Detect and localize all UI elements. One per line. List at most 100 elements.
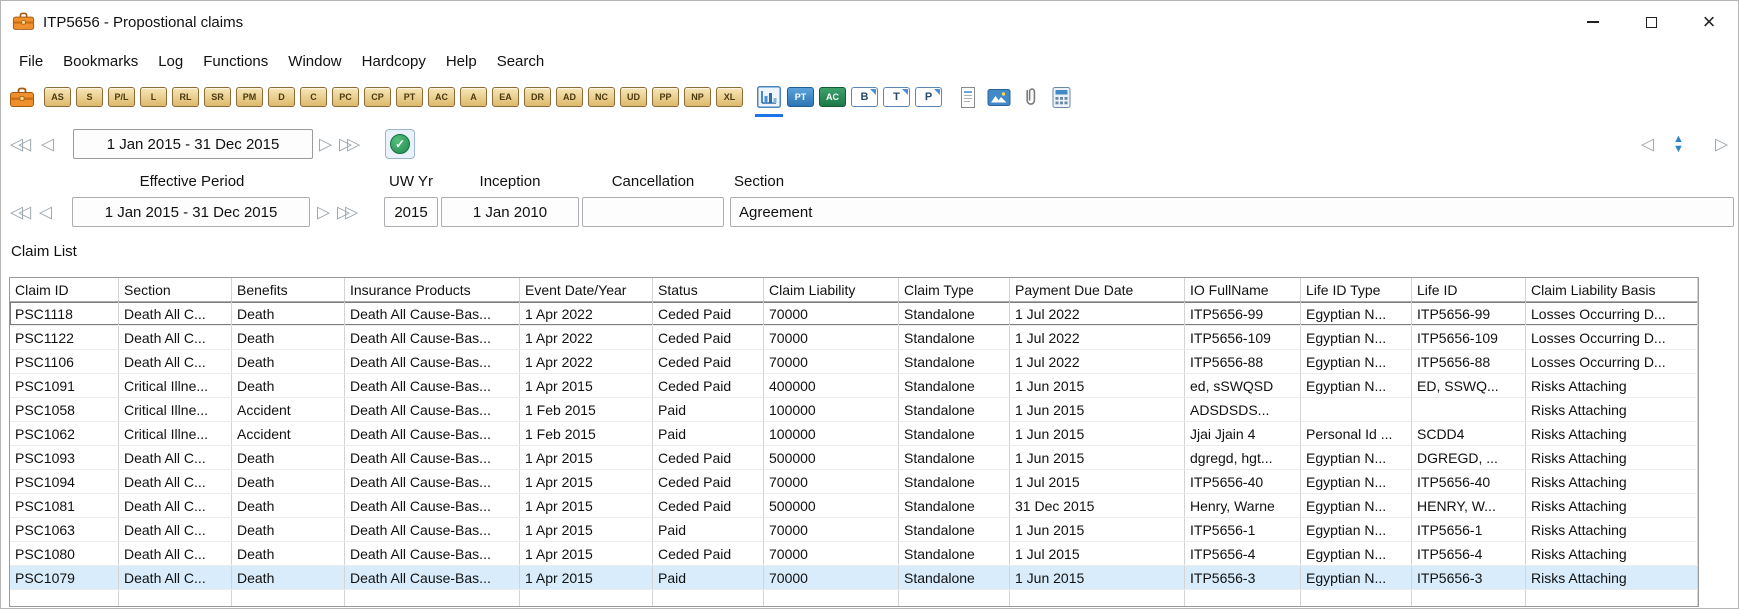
- cell: PSC1122: [10, 326, 119, 349]
- image-export-icon[interactable]: [986, 84, 1012, 110]
- table-row[interactable]: PSC1081Death All C...DeathDeath All Caus…: [10, 494, 1698, 518]
- app-briefcase-icon[interactable]: [9, 84, 35, 110]
- toolbar-ib-icon[interactable]: B: [851, 87, 878, 107]
- claims-chart-icon[interactable]: [756, 84, 782, 110]
- cell: ITP5656-1: [1185, 518, 1301, 541]
- cell: SCDD4: [1412, 422, 1526, 445]
- effective-forward-button[interactable]: [317, 204, 330, 221]
- toolbar-c-icon[interactable]: C: [300, 87, 327, 107]
- table-row[interactable]: PSC1091Critical Illne...DeathDeath All C…: [10, 374, 1698, 398]
- cell: 1 Jul 2022: [1010, 302, 1185, 325]
- column-header-claim-liability-basis[interactable]: Claim Liability Basis: [1526, 278, 1698, 301]
- toolbar-xl-icon[interactable]: XL: [716, 87, 743, 107]
- column-header-claim-type[interactable]: Claim Type: [899, 278, 1010, 301]
- toolbar-ea-icon[interactable]: EA: [492, 87, 519, 107]
- toolbar-it-icon[interactable]: T: [883, 87, 910, 107]
- maximize-button[interactable]: [1622, 1, 1680, 43]
- toolbar-pt-blue-icon[interactable]: PT: [787, 87, 814, 107]
- window-title: ITP5656 - Propostional claims: [43, 1, 243, 43]
- toolbar-s-icon[interactable]: S: [76, 87, 103, 107]
- attachment-icon[interactable]: [1017, 84, 1043, 110]
- effective-skip-forward-button[interactable]: [337, 204, 358, 221]
- menu-item-search[interactable]: Search: [487, 48, 555, 75]
- menu-item-bookmarks[interactable]: Bookmarks: [53, 48, 148, 75]
- report-doc-icon[interactable]: [955, 84, 981, 110]
- minimize-button[interactable]: [1564, 1, 1622, 43]
- period-skip-forward-button[interactable]: [339, 136, 360, 153]
- period-forward-button[interactable]: [319, 136, 332, 153]
- effective-period-field[interactable]: 1 Jan 2015 - 31 Dec 2015: [72, 197, 310, 227]
- toolbar-ud-icon[interactable]: UD: [620, 87, 647, 107]
- toolbar-nc-icon[interactable]: NC: [588, 87, 615, 107]
- table-row[interactable]: PSC1062Critical Illne...AccidentDeath Al…: [10, 422, 1698, 446]
- table-row[interactable]: PSC1080Death All C...DeathDeath All Caus…: [10, 542, 1698, 566]
- period-range-field[interactable]: 1 Jan 2015 - 31 Dec 2015: [73, 129, 313, 159]
- apply-filter-button[interactable]: [385, 129, 415, 159]
- toolbar-pt-icon[interactable]: PT: [396, 87, 423, 107]
- effective-back-button[interactable]: [39, 204, 52, 221]
- cell: Death All Cause-Bas...: [345, 470, 520, 493]
- toolbar-ac-green-icon[interactable]: AC: [819, 87, 846, 107]
- menu-item-hardcopy[interactable]: Hardcopy: [352, 48, 436, 75]
- column-header-claim-liability[interactable]: Claim Liability: [764, 278, 899, 301]
- column-header-benefits[interactable]: Benefits: [232, 278, 345, 301]
- table-row[interactable]: PSC1094Death All C...DeathDeath All Caus…: [10, 470, 1698, 494]
- table-row[interactable]: PSC1079Death All C...DeathDeath All Caus…: [10, 566, 1698, 590]
- claim-table: Claim IDSectionBenefitsInsurance Product…: [9, 277, 1699, 607]
- calculator-icon[interactable]: [1048, 84, 1074, 110]
- column-header-section[interactable]: Section: [119, 278, 232, 301]
- menu-item-help[interactable]: Help: [436, 48, 487, 75]
- column-header-life-id[interactable]: Life ID: [1412, 278, 1526, 301]
- toolbar-ad-icon[interactable]: AD: [556, 87, 583, 107]
- toolbar-pl-icon[interactable]: P/L: [108, 87, 135, 107]
- uw-yr-label: UW Yr: [384, 173, 438, 190]
- column-header-status[interactable]: Status: [653, 278, 764, 301]
- menu-item-window[interactable]: Window: [278, 48, 351, 75]
- toolbar-cp-icon[interactable]: CP: [364, 87, 391, 107]
- toolbar-l-icon[interactable]: L: [140, 87, 167, 107]
- column-header-event-date-year[interactable]: Event Date/Year: [520, 278, 653, 301]
- table-row[interactable]: PSC1093Death All C...DeathDeath All Caus…: [10, 446, 1698, 470]
- table-row[interactable]: PSC1122Death All C...DeathDeath All Caus…: [10, 326, 1698, 350]
- menu-item-log[interactable]: Log: [148, 48, 193, 75]
- record-forward-button[interactable]: [1715, 136, 1728, 153]
- effective-skip-back-button[interactable]: [10, 204, 31, 221]
- toolbar-d-icon[interactable]: D: [268, 87, 295, 107]
- toolbar-pm-icon[interactable]: PM: [236, 87, 263, 107]
- table-row[interactable]: PSC1106Death All C...DeathDeath All Caus…: [10, 350, 1698, 374]
- toolbar-as-icon[interactable]: AS: [44, 87, 71, 107]
- table-row[interactable]: PSC1063Death All C...DeathDeath All Caus…: [10, 518, 1698, 542]
- inception-field[interactable]: 1 Jan 2010: [441, 197, 579, 227]
- period-back-button[interactable]: [41, 136, 54, 153]
- toolbar-dr-icon[interactable]: DR: [524, 87, 551, 107]
- toolbar-rl-icon[interactable]: RL: [172, 87, 199, 107]
- column-header-io-fullname[interactable]: IO FullName: [1185, 278, 1301, 301]
- section-field[interactable]: Agreement: [730, 197, 1734, 227]
- record-sort-button[interactable]: [1673, 134, 1684, 154]
- toolbar-pp-icon[interactable]: PP: [652, 87, 679, 107]
- section-label: Section: [734, 173, 874, 190]
- menu-item-file[interactable]: File: [9, 48, 53, 75]
- cancellation-field[interactable]: [582, 197, 724, 227]
- toolbar-ip-icon[interactable]: P: [915, 87, 942, 107]
- toolbar-ac-icon[interactable]: AC: [428, 87, 455, 107]
- cell: Death All C...: [119, 470, 232, 493]
- close-button[interactable]: [1680, 1, 1738, 43]
- toolbar-np-icon[interactable]: NP: [684, 87, 711, 107]
- toolbar-sr-icon[interactable]: SR: [204, 87, 231, 107]
- cell: Paid: [653, 518, 764, 541]
- toolbar-a-icon[interactable]: A: [460, 87, 487, 107]
- cell: PSC1093: [10, 446, 119, 469]
- menu-item-functions[interactable]: Functions: [193, 48, 278, 75]
- cell: 500000: [764, 494, 899, 517]
- table-row[interactable]: PSC1058Critical Illne...AccidentDeath Al…: [10, 398, 1698, 422]
- column-header-claim-id[interactable]: Claim ID: [10, 278, 119, 301]
- toolbar-pc-icon[interactable]: PC: [332, 87, 359, 107]
- record-back-button[interactable]: [1641, 136, 1654, 153]
- period-skip-back-button[interactable]: [10, 136, 31, 153]
- column-header-life-id-type[interactable]: Life ID Type: [1301, 278, 1412, 301]
- column-header-payment-due-date[interactable]: Payment Due Date: [1010, 278, 1185, 301]
- table-row[interactable]: PSC1118Death All C...DeathDeath All Caus…: [10, 302, 1698, 326]
- uw-yr-field[interactable]: 2015: [384, 197, 438, 227]
- column-header-insurance-products[interactable]: Insurance Products: [345, 278, 520, 301]
